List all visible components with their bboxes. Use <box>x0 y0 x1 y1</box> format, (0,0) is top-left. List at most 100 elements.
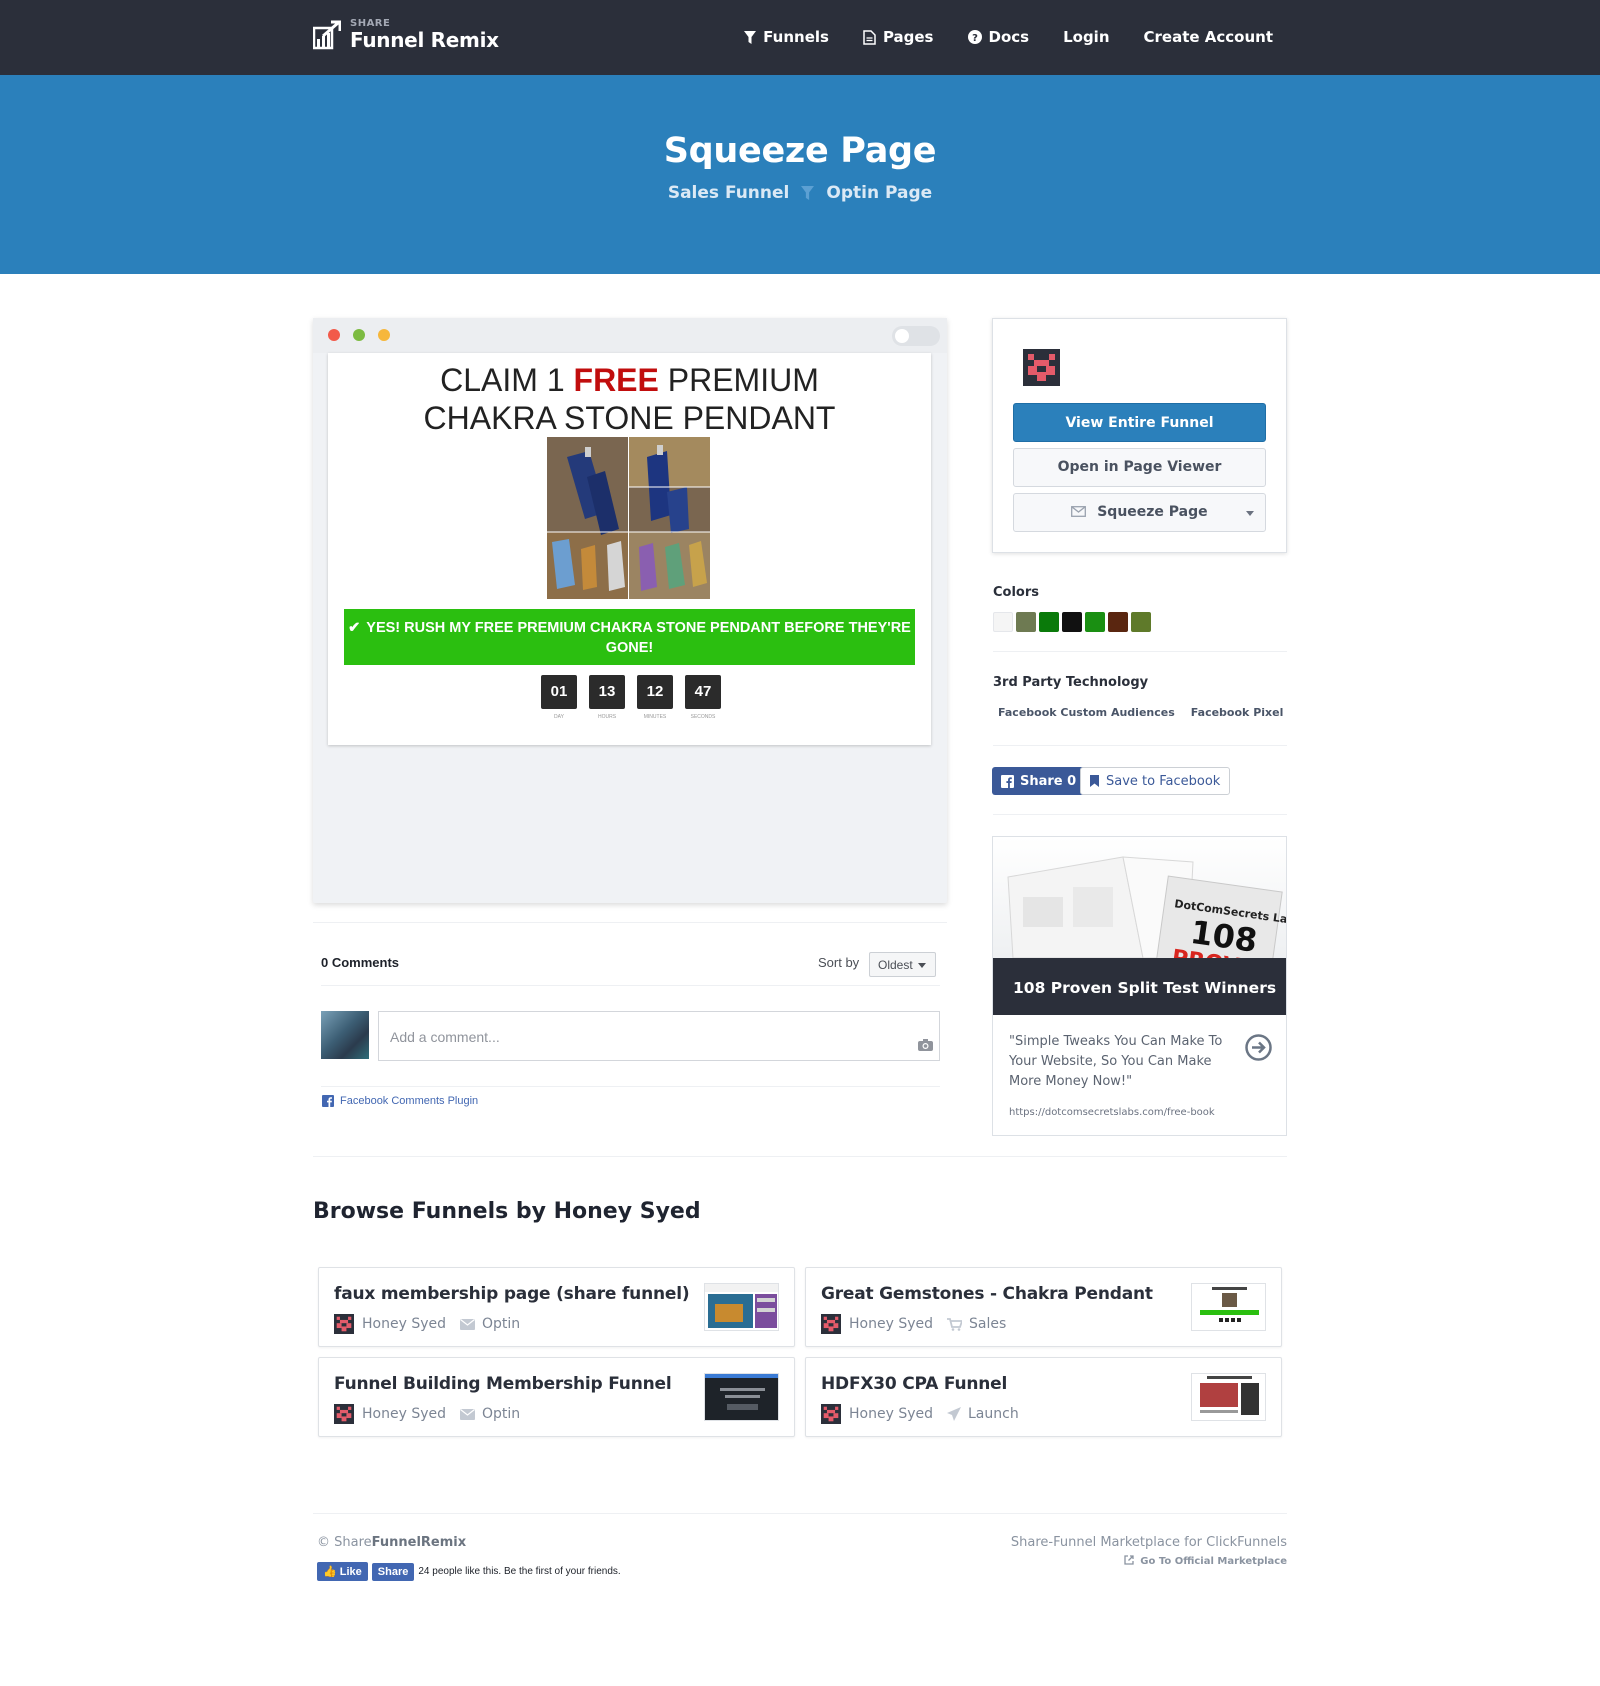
funnel-author[interactable]: Honey Syed <box>362 1406 446 1422</box>
caret-down-icon <box>1246 511 1254 516</box>
view-entire-funnel-button[interactable]: View Entire Funnel <box>1013 403 1266 442</box>
funnel-card[interactable]: Great Gemstones - Chakra Pendant Honey S… <box>805 1267 1282 1347</box>
divider <box>993 814 1287 815</box>
pendant-product-image <box>547 437 710 599</box>
color-swatch <box>993 612 1013 632</box>
facebook-like-button[interactable]: 👍 Like <box>317 1562 368 1581</box>
logo-text: Funnel Remix <box>350 28 499 52</box>
page-select-dropdown[interactable]: Squeeze Page <box>1013 493 1266 532</box>
camera-icon[interactable] <box>918 1039 933 1051</box>
copyright-symbol: © <box>317 1535 330 1550</box>
nav-login[interactable]: Login <box>1063 28 1109 46</box>
check-icon: ✔ <box>348 620 361 636</box>
facebook-like-label: Like <box>339 1566 362 1578</box>
envelope-icon <box>1071 506 1087 517</box>
funnel-card[interactable]: HDFX30 CPA Funnel Honey Syed Launch <box>805 1357 1282 1437</box>
divider <box>321 985 940 986</box>
minimize-dot-icon <box>378 329 390 341</box>
funnel-card-meta: Honey Syed Sales <box>821 1314 1006 1334</box>
funnel-card[interactable]: Funnel Building Membership Funnel Honey … <box>318 1357 795 1437</box>
divider <box>993 651 1287 652</box>
page-select-label: Squeeze Page <box>1097 504 1208 520</box>
color-swatches <box>993 612 1151 632</box>
funnel-thumbnail <box>1191 1373 1266 1421</box>
facebook-comments-plugin-link[interactable]: Facebook Comments Plugin <box>322 1095 478 1107</box>
funnel-type-label: Optin <box>482 1316 521 1332</box>
breadcrumb-sales-funnel[interactable]: Sales Funnel <box>668 183 790 203</box>
funnel-card-title: HDFX30 CPA Funnel <box>821 1374 1008 1394</box>
funnel-author[interactable]: Honey Syed <box>849 1316 933 1332</box>
timer-label: HOURS <box>597 714 617 720</box>
author-avatar-icon <box>334 1314 354 1334</box>
funnel-type: Launch <box>947 1406 1019 1422</box>
logo[interactable]: SHARE Funnel Remix <box>313 18 499 51</box>
facebook-share-label: Share 0 <box>1020 773 1077 789</box>
color-swatch <box>1085 612 1105 632</box>
divider <box>313 1156 1287 1157</box>
breadcrumb-optin-page[interactable]: Optin Page <box>826 183 932 203</box>
user-avatar <box>321 1011 369 1059</box>
arrow-right-circle-icon[interactable] <box>1245 1034 1272 1061</box>
save-to-facebook-label: Save to Facebook <box>1106 773 1221 789</box>
save-to-facebook-button[interactable]: Save to Facebook <box>1080 767 1231 795</box>
preview-toggle[interactable] <box>892 326 940 346</box>
headline-part: PREMIUM <box>658 362 819 398</box>
timer-value: 13 <box>589 675 625 709</box>
funnel-card-meta: Honey Syed Optin <box>334 1404 520 1424</box>
color-swatch <box>1131 612 1151 632</box>
preview-headline: CLAIM 1 FREE PREMIUM CHAKRA STONE PENDAN… <box>328 361 931 437</box>
funnel-author[interactable]: Honey Syed <box>362 1316 446 1332</box>
page-preview-window: CLAIM 1 FREE PREMIUM CHAKRA STONE PENDAN… <box>313 318 947 903</box>
document-icon <box>863 29 876 45</box>
funnel-card-meta: Honey Syed Launch <box>821 1404 1019 1424</box>
funnel-type: Optin <box>460 1316 520 1332</box>
cta-button[interactable]: ✔ YES! RUSH MY FREE PREMIUM CHAKRA STONE … <box>344 609 915 665</box>
sort-dropdown[interactable]: Oldest <box>869 952 936 977</box>
comment-placeholder: Add a comment... <box>390 1029 500 1045</box>
comments-count: 0 Comments <box>321 955 400 970</box>
timer-unit: 47 SECONDS <box>685 675 721 720</box>
color-swatch <box>1039 612 1059 632</box>
facebook-share-small-button[interactable]: Share <box>371 1562 415 1581</box>
funnel-author[interactable]: Honey Syed <box>849 1406 933 1422</box>
facebook-share-button[interactable]: Share 0 <box>992 767 1086 795</box>
preview-titlebar <box>313 318 947 353</box>
divider <box>313 922 947 923</box>
author-avatar-icon <box>1023 349 1060 386</box>
ad-title: 108 Proven Split Test Winners <box>993 958 1286 1015</box>
ad-card[interactable]: DotComSecrets Labs 108 PROV 108 Proven S… <box>992 836 1287 1136</box>
book-graphic: DotComSecrets Labs 108 PROV <box>1007 856 1286 958</box>
color-swatch <box>1016 612 1036 632</box>
footer-brand-light: Share <box>334 1535 372 1550</box>
tech-label: 3rd Party Technology <box>993 675 1149 690</box>
divider <box>313 1513 1287 1514</box>
funnel-icon <box>744 30 757 44</box>
open-page-viewer-button[interactable]: Open in Page Viewer <box>1013 448 1266 487</box>
nav-pages[interactable]: Pages <box>863 28 934 46</box>
preview-page-content[interactable]: CLAIM 1 FREE PREMIUM CHAKRA STONE PENDAN… <box>328 353 931 745</box>
cart-icon <box>947 1317 962 1331</box>
envelope-icon <box>460 1408 475 1420</box>
nav-docs[interactable]: ? Docs <box>967 28 1030 46</box>
comment-input[interactable]: Add a comment... <box>378 1011 940 1061</box>
ad-url: https://dotcomsecretslabs.com/free-book <box>1009 1107 1215 1118</box>
funnel-card-title: faux membership page (share funnel) <box>334 1284 690 1304</box>
tech-tag[interactable]: Facebook Custom Audiences <box>998 706 1175 719</box>
external-link-icon <box>1124 1555 1134 1565</box>
nav-docs-label: Docs <box>988 28 1030 46</box>
pendant-photo <box>547 437 710 599</box>
official-marketplace-label: Go To Official Marketplace <box>1140 1556 1287 1567</box>
tech-tag[interactable]: Facebook Pixel <box>1191 706 1284 719</box>
funnel-type: Sales <box>947 1316 1006 1332</box>
colors-label: Colors <box>993 585 1040 600</box>
author-avatar-icon <box>334 1404 354 1424</box>
nav-create-account[interactable]: Create Account <box>1144 28 1274 46</box>
funnel-card[interactable]: faux membership page (share funnel) Hone… <box>318 1267 795 1347</box>
facebook-icon <box>1001 774 1014 788</box>
funnel-thumbnail <box>704 1283 779 1331</box>
headline-free: FREE <box>573 362 659 398</box>
funnel-type: Optin <box>460 1406 520 1422</box>
official-marketplace-link[interactable]: Go To Official Marketplace <box>1011 1555 1287 1567</box>
nav-funnels[interactable]: Funnels <box>744 28 829 46</box>
envelope-icon <box>460 1318 475 1330</box>
